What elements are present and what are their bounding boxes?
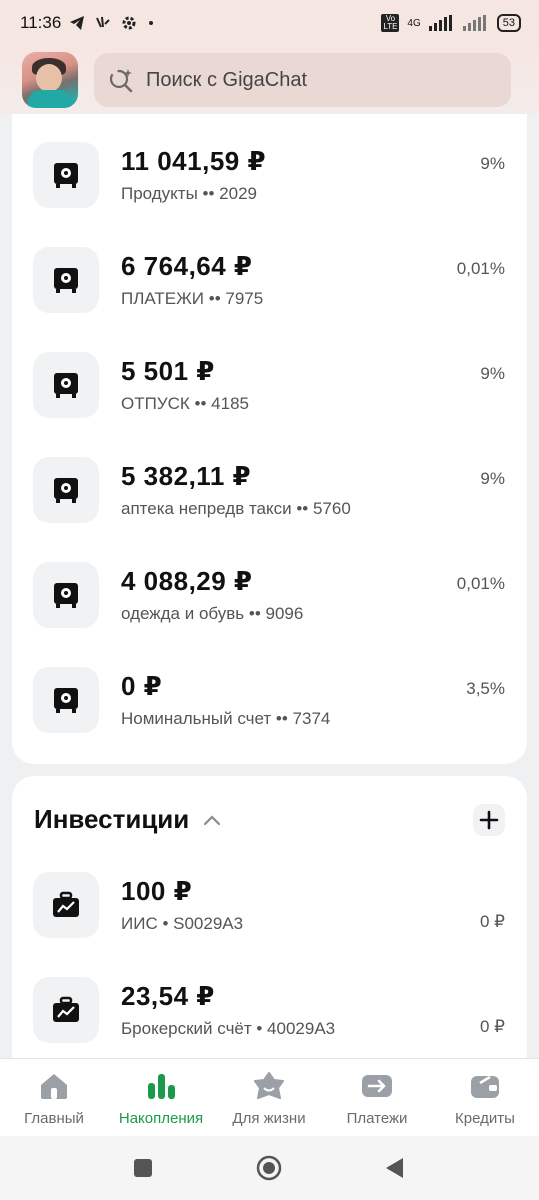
account-value: 0 ₽ [480,1017,505,1036]
account-amount: 11 041,59 ₽ [121,146,267,176]
account-name: одежда и обувь •• 9096 [121,604,304,623]
briefcase-chart-icon [33,872,99,938]
account-name: ИИС • S0029A3 [121,914,244,933]
account-amount: 23,54 ₽ [121,981,215,1011]
add-investment-button[interactable] [473,804,505,836]
nav-item-life[interactable]: Для жизни [215,1071,323,1127]
avatar[interactable] [22,52,78,108]
gear-icon [122,16,136,30]
safe-icon [33,562,99,628]
safe-icon [33,667,99,733]
account-name: аптека непредв такси •• 5760 [121,499,351,518]
account-amount: 6 764,64 ₽ [121,251,253,281]
account-rate: 9% [480,364,505,383]
wallet-icon [471,1075,499,1098]
plus-icon [479,810,499,830]
missed-call-icon [96,16,110,28]
network-type: 4G [407,17,421,29]
savings-account-row[interactable]: 0 ₽ Номинальный счет •• 7374 3,5% [12,667,527,772]
battery-icon: 53 [496,14,521,32]
section-title: Инвестиции [34,804,190,834]
home-icon [41,1074,67,1099]
account-name: Брокерский счёт • 40029A3 [121,1019,336,1038]
savings-account-row[interactable]: 4 088,29 ₽ одежда и обувь •• 9096 0,01% [12,562,527,667]
system-nav-bar [0,1136,539,1200]
back-button[interactable] [383,1156,405,1180]
account-name: Продукты •• 2029 [121,184,257,203]
safe-icon [33,142,99,208]
nav-item-payments[interactable]: Платежи [323,1071,431,1127]
account-rate: 0,01% [456,259,505,278]
arrow-transfer-icon [362,1075,392,1097]
star-face-icon [254,1072,284,1099]
telegram-icon [70,16,85,30]
nav-item-savings[interactable]: Накопления [107,1071,215,1127]
account-amount: 5 501 ₽ [121,356,215,386]
nav-item-credits[interactable]: Кредиты [431,1071,539,1127]
search-input[interactable]: Поиск с GigaChat [94,53,511,107]
safe-icon [33,247,99,313]
savings-account-row[interactable]: 5 382,11 ₽ аптека непредв такси •• 5760 … [12,457,527,562]
account-value: 0 ₽ [480,912,505,931]
account-name: ПЛАТЕЖИ •• 7975 [121,289,264,308]
signal-icon-2 [462,15,486,31]
account-amount: 0 ₽ [121,671,163,701]
search-placeholder: Поиск с GigaChat [146,68,308,91]
investments-card: Инвестиции 100 ₽ ИИС • S0029A3 0 ₽ 23,54… [12,776,527,1058]
savings-account-row[interactable]: 5 501 ₽ ОТПУСК •• 4185 9% [12,352,527,457]
home-button[interactable] [255,1154,283,1182]
account-rate: 9% [480,469,505,488]
top-bar: Поиск с GigaChat [0,46,539,114]
account-rate: 0,01% [456,574,505,593]
clock: 11:36 [20,13,62,32]
dot-icon [149,21,154,25]
briefcase-chart-icon [33,977,99,1043]
safe-icon [33,457,99,523]
chevron-up-icon[interactable] [203,814,221,826]
status-bar: 11:36 Vo LTE 4G 53 [0,0,539,46]
savings-account-row[interactable]: 6 764,64 ₽ ПЛАТЕЖИ •• 7975 0,01% [12,247,527,352]
investment-account-row[interactable]: 100 ₽ ИИС • S0029A3 0 ₽ [12,872,527,977]
bar-chart-icon [148,1074,175,1099]
safe-icon [33,352,99,418]
volte-badge: Vo LTE [381,14,400,32]
account-amount: 4 088,29 ₽ [121,566,253,596]
account-rate: 9% [480,154,505,173]
account-amount: 100 ₽ [121,876,193,906]
account-rate: 3,5% [466,679,505,698]
account-amount: 5 382,11 ₽ [121,461,252,491]
investments-header[interactable]: Инвестиции [34,804,221,835]
account-name: Номинальный счет •• 7374 [121,709,331,728]
signal-icon [428,15,452,31]
account-name: ОТПУСК •• 4185 [121,394,249,413]
recents-button[interactable] [132,1157,154,1179]
gigachat-search-icon [109,69,133,93]
savings-account-row[interactable]: 11 041,59 ₽ Продукты •• 2029 9% [12,142,527,247]
nav-item-home[interactable]: Главный [0,1071,108,1127]
bottom-nav: Главный Накопления Для жизни Платежи Кре… [0,1058,539,1137]
savings-card: 11 041,59 ₽ Продукты •• 2029 9% 6 764,64… [12,114,527,764]
